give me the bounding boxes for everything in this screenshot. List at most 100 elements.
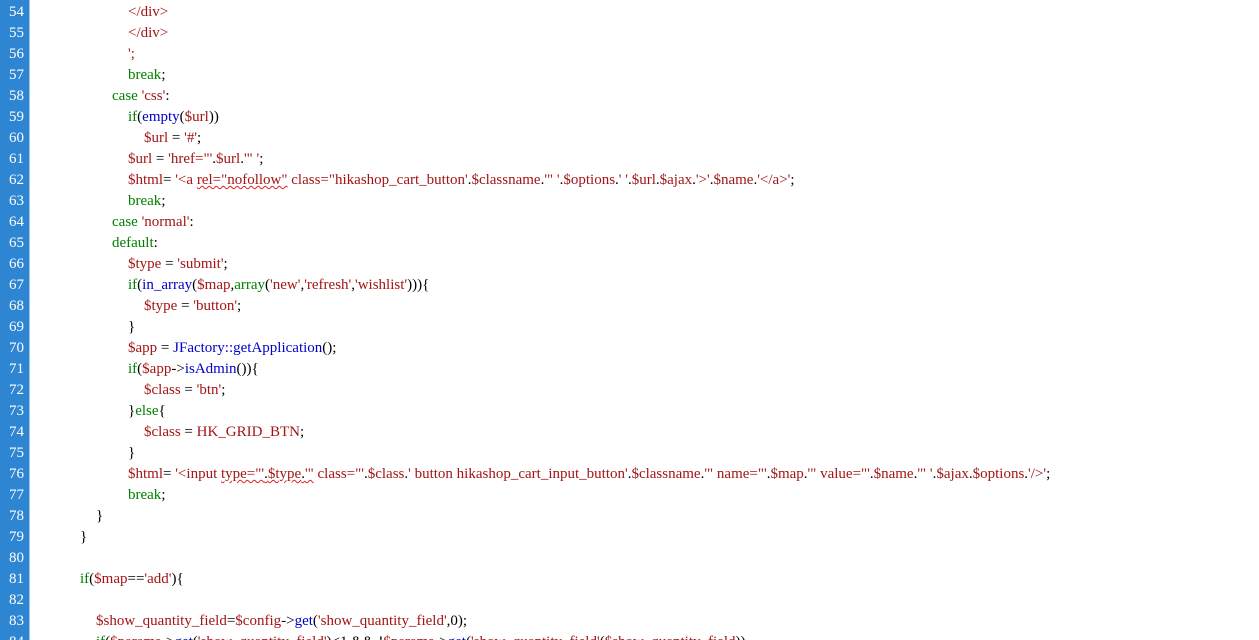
code-line[interactable]: 84 if($params->get('show_quantity_field')… bbox=[0, 632, 1259, 640]
line-number: 56 bbox=[9, 46, 24, 62]
code-token: if bbox=[128, 361, 138, 377]
code-token: $class bbox=[144, 424, 181, 440]
code-token: $map bbox=[94, 571, 128, 587]
code-token: $type bbox=[128, 256, 162, 272]
code-token: ()){ bbox=[236, 361, 259, 377]
code-token: '" bbox=[304, 466, 314, 482]
code-line[interactable]: 79} bbox=[0, 527, 1259, 548]
code-token: $url bbox=[144, 130, 169, 146]
code-token: $url bbox=[216, 151, 241, 167]
code-token: class="' bbox=[313, 466, 364, 482]
code-line[interactable]: 67 if(in_array($map,array('new','refresh'… bbox=[0, 275, 1259, 296]
code-line[interactable]: 58 case 'css': bbox=[0, 86, 1259, 107]
line-number: 57 bbox=[9, 67, 24, 83]
code-line[interactable]: 75} bbox=[0, 443, 1259, 464]
code-token: $params bbox=[110, 634, 161, 640]
code-token: if bbox=[96, 634, 105, 640]
code-token: case bbox=[112, 88, 142, 104]
code-token: '<a bbox=[175, 172, 197, 188]
code-token: '" ' bbox=[243, 151, 260, 167]
code-token: = bbox=[168, 130, 185, 146]
code-text: if($app->isAdmin()){ bbox=[128, 359, 259, 380]
code-text: $show_quantity_field=$config->get('show_… bbox=[96, 611, 467, 632]
code-line[interactable]: 83 $show_quantity_field=$config->get('sho… bbox=[0, 611, 1259, 632]
code-token: = bbox=[177, 298, 194, 314]
code-token: ; bbox=[221, 382, 226, 398]
code-line[interactable]: 82 bbox=[0, 590, 1259, 611]
code-line[interactable]: 74 $class = HK_GRID_BTN; bbox=[0, 422, 1259, 443]
code-token: = bbox=[180, 424, 197, 440]
code-line[interactable]: 76 $html= '<input type="'.$type.'" class=… bbox=[0, 464, 1259, 485]
code-token: $name bbox=[713, 172, 754, 188]
code-token: empty bbox=[142, 109, 180, 125]
code-token: 'wishlist' bbox=[355, 277, 408, 293]
code-token: )) bbox=[736, 634, 746, 640]
line-number: 77 bbox=[9, 487, 24, 503]
code-line[interactable]: 78} bbox=[0, 506, 1259, 527]
code-token: : bbox=[165, 88, 170, 104]
line-number: 63 bbox=[9, 193, 24, 209]
code-token: $map bbox=[197, 277, 231, 293]
code-line[interactable]: 80 bbox=[0, 548, 1259, 569]
code-line[interactable]: 55 </div> bbox=[0, 23, 1259, 44]
code-text: } bbox=[80, 527, 87, 548]
code-token: ; bbox=[259, 151, 264, 167]
code-line[interactable]: 68 $type = 'button'; bbox=[0, 296, 1259, 317]
code-token: = bbox=[161, 256, 178, 272]
code-token: 'show_quantity_field' bbox=[198, 634, 327, 640]
code-line[interactable]: 60 $url = '#'; bbox=[0, 128, 1259, 149]
code-text: </div> bbox=[128, 23, 168, 44]
code-line[interactable]: 56 '; bbox=[0, 44, 1259, 65]
code-token: -> bbox=[434, 634, 447, 640]
code-token: 'btn' bbox=[196, 382, 222, 398]
code-line[interactable]: 64 case 'normal': bbox=[0, 212, 1259, 233]
code-line[interactable]: 72 $class = 'btn'; bbox=[0, 380, 1259, 401]
code-token: 'show_quantity_field' bbox=[471, 634, 600, 640]
code-token: ; bbox=[197, 130, 202, 146]
code-text: $html= '<input type="'.$type.'" class="'… bbox=[128, 464, 1050, 485]
code-line[interactable]: 62 $html= '<a rel="nofollow" class="hikas… bbox=[0, 170, 1259, 191]
code-line[interactable]: 71 if($app->isAdmin()){ bbox=[0, 359, 1259, 380]
code-token: $type bbox=[144, 298, 178, 314]
code-token: 'refresh' bbox=[304, 277, 352, 293]
code-line[interactable]: 73}else{ bbox=[0, 401, 1259, 422]
code-token: ; bbox=[299, 424, 305, 440]
code-text: $class = HK_GRID_BTN; bbox=[144, 422, 304, 443]
code-line[interactable]: 70 $app = JFactory::getApplication(); bbox=[0, 338, 1259, 359]
code-line[interactable]: 59 if(empty($url)) bbox=[0, 107, 1259, 128]
code-line[interactable]: 69} bbox=[0, 317, 1259, 338]
code-token: ; bbox=[237, 298, 242, 314]
code-text: $class = 'btn'; bbox=[144, 380, 225, 401]
code-token: : bbox=[153, 235, 158, 251]
code-token: type="' bbox=[220, 466, 265, 482]
code-editor[interactable]: 54 </div> 55 </div> 56 '; 57 break; 58 case 'css'… bbox=[0, 0, 1259, 640]
code-line[interactable]: 65 default: bbox=[0, 233, 1259, 254]
code-token: get bbox=[174, 634, 192, 640]
code-line[interactable]: 54 </div> bbox=[0, 2, 1259, 23]
code-token: ))){ bbox=[407, 277, 430, 293]
line-number: 70 bbox=[9, 340, 24, 356]
code-token: : bbox=[189, 214, 194, 230]
code-text: if(in_array($map,array('new','refresh','… bbox=[128, 275, 429, 296]
code-token: '/>' bbox=[1028, 466, 1047, 482]
code-text: $app = JFactory::getApplication(); bbox=[128, 338, 336, 359]
code-token: ; bbox=[161, 67, 166, 83]
code-token: $ajax bbox=[936, 466, 969, 482]
code-text: } bbox=[128, 443, 135, 464]
code-token: = bbox=[157, 340, 174, 356]
code-token: 'show_quantity_field' bbox=[317, 613, 447, 629]
code-line[interactable]: 61 $url = 'href="'.$url.'" '; bbox=[0, 149, 1259, 170]
code-line[interactable]: 77 break; bbox=[0, 485, 1259, 506]
line-number: 79 bbox=[9, 529, 24, 545]
code-token: $type bbox=[267, 466, 302, 482]
code-text: case 'normal': bbox=[112, 212, 194, 233]
code-line[interactable]: 81 if($map=='add'){ bbox=[0, 569, 1259, 590]
code-line[interactable]: 63 break; bbox=[0, 191, 1259, 212]
code-token: $html bbox=[128, 466, 164, 482]
line-number: 84 bbox=[0, 632, 24, 640]
code-token: (); bbox=[322, 340, 337, 356]
code-line[interactable]: 57 break; bbox=[0, 65, 1259, 86]
line-number: 60 bbox=[9, 130, 24, 146]
code-token: -> bbox=[171, 361, 185, 377]
code-line[interactable]: 66 $type = 'submit'; bbox=[0, 254, 1259, 275]
